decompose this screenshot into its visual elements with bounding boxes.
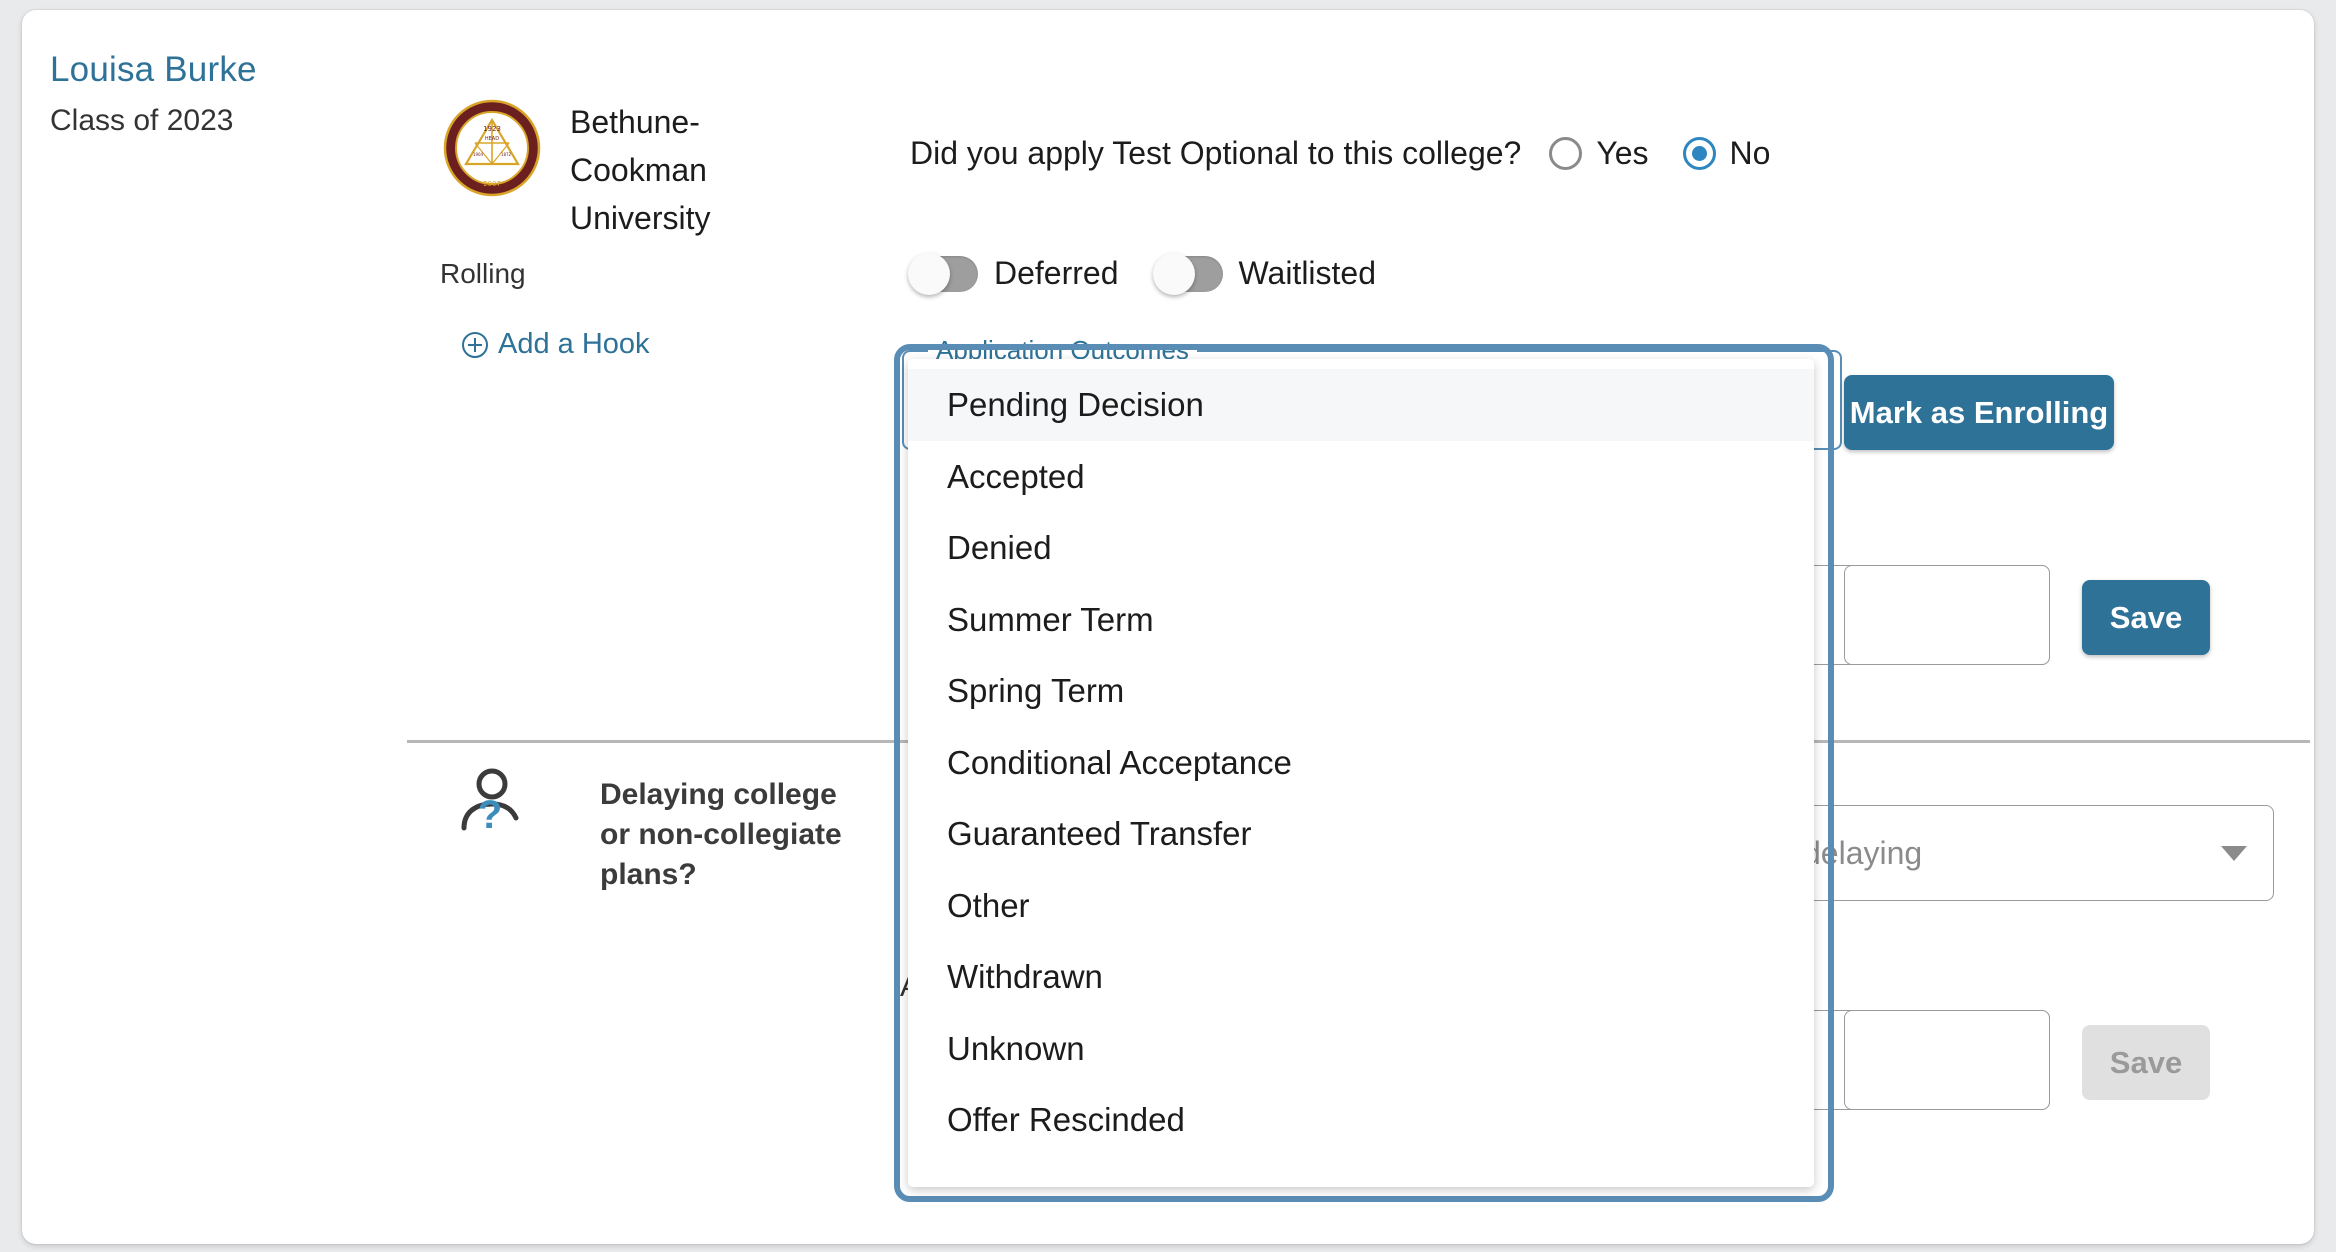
toggle-waitlisted[interactable]: Waitlisted	[1152, 252, 1377, 295]
toggle-track-deferred	[908, 252, 978, 295]
svg-text:1872: 1872	[501, 152, 512, 157]
save-button-bottom: Save	[2082, 1025, 2210, 1100]
chevron-down-icon	[2221, 845, 2247, 861]
toggle-knob-deferred	[908, 252, 950, 295]
dropdown-top-padding	[908, 359, 1814, 369]
svg-text:1923: 1923	[483, 125, 501, 133]
dropdown-option[interactable]: Withdrawn	[908, 941, 1814, 1013]
add-a-hook-link[interactable]: Add a Hook	[462, 328, 650, 361]
college-name: Bethune-Cookman University	[570, 104, 711, 236]
outcome-detail-input-top[interactable]	[1844, 565, 2050, 665]
dropdown-option[interactable]: Spring Term	[908, 655, 1814, 727]
dropdown-option[interactable]: Summer Term	[908, 584, 1814, 656]
svg-text:1904: 1904	[473, 152, 484, 157]
person-question-icon: ?	[454, 766, 524, 837]
college-deadline-type: Rolling	[440, 258, 526, 289]
toggle-label-waitlisted: Waitlisted	[1238, 255, 1377, 291]
dropdown-option[interactable]: Conditional Acceptance	[908, 727, 1814, 799]
radio-option-no[interactable]: No	[1682, 135, 1771, 172]
outcome-detail-input-bottom[interactable]	[1844, 1010, 2050, 1110]
delaying-section-title: Delaying college or non-collegiate plans…	[600, 778, 842, 891]
test-optional-question: Did you apply Test Optional to this coll…	[910, 135, 1522, 171]
student-college-card: Louisa Burke Class of 2023 1923 HEAD 190…	[22, 10, 2314, 1244]
dropdown-option[interactable]: Guaranteed Transfer	[908, 798, 1814, 870]
student-name-link[interactable]: Louisa Burke	[50, 50, 257, 90]
radio-dot-yes-icon	[1549, 137, 1583, 170]
test-optional-radio-group: Yes No	[1549, 135, 1804, 172]
delaying-plans-select[interactable]: delaying	[1774, 805, 2274, 901]
radio-label-no: No	[1729, 135, 1771, 171]
save-button-top[interactable]: Save	[2082, 580, 2210, 655]
dropdown-option[interactable]: Accepted	[908, 441, 1814, 513]
toggle-knob-waitlisted	[1152, 252, 1195, 295]
add-a-hook-label: Add a Hook	[498, 328, 650, 360]
svg-text:HEAD: HEAD	[485, 136, 499, 142]
mark-as-enrolling-button[interactable]: Mark as Enrolling	[1844, 375, 2114, 450]
toggle-track-waitlisted	[1152, 252, 1223, 295]
test-optional-row: Did you apply Test Optional to this coll…	[910, 135, 1804, 172]
radio-label-yes: Yes	[1596, 135, 1649, 171]
application-outcomes-dropdown-list[interactable]: Pending Decision Accepted Denied Summer Ter…	[908, 359, 1814, 1187]
radio-dot-no-icon	[1682, 137, 1716, 170]
dropdown-option[interactable]: Other	[908, 870, 1814, 942]
plus-circle-icon	[462, 331, 488, 358]
svg-text:2007: 2007	[483, 180, 501, 188]
dropdown-option[interactable]: Denied	[908, 512, 1814, 584]
student-class-year: Class of 2023	[50, 104, 234, 137]
bethune-cookman-seal-icon: 1923 HEAD 1904 1872 2007	[442, 98, 542, 198]
dropdown-option[interactable]: Unknown	[908, 1013, 1814, 1085]
toggle-label-deferred: Deferred	[994, 255, 1119, 291]
svg-text:?: ?	[478, 793, 502, 836]
status-toggles-row: Deferred Waitlisted	[908, 252, 1412, 295]
dropdown-option[interactable]: Pending Decision	[908, 369, 1814, 441]
radio-option-yes[interactable]: Yes	[1549, 135, 1649, 172]
toggle-deferred[interactable]: Deferred	[908, 252, 1119, 295]
dropdown-option[interactable]: Offer Rescinded	[908, 1084, 1814, 1156]
